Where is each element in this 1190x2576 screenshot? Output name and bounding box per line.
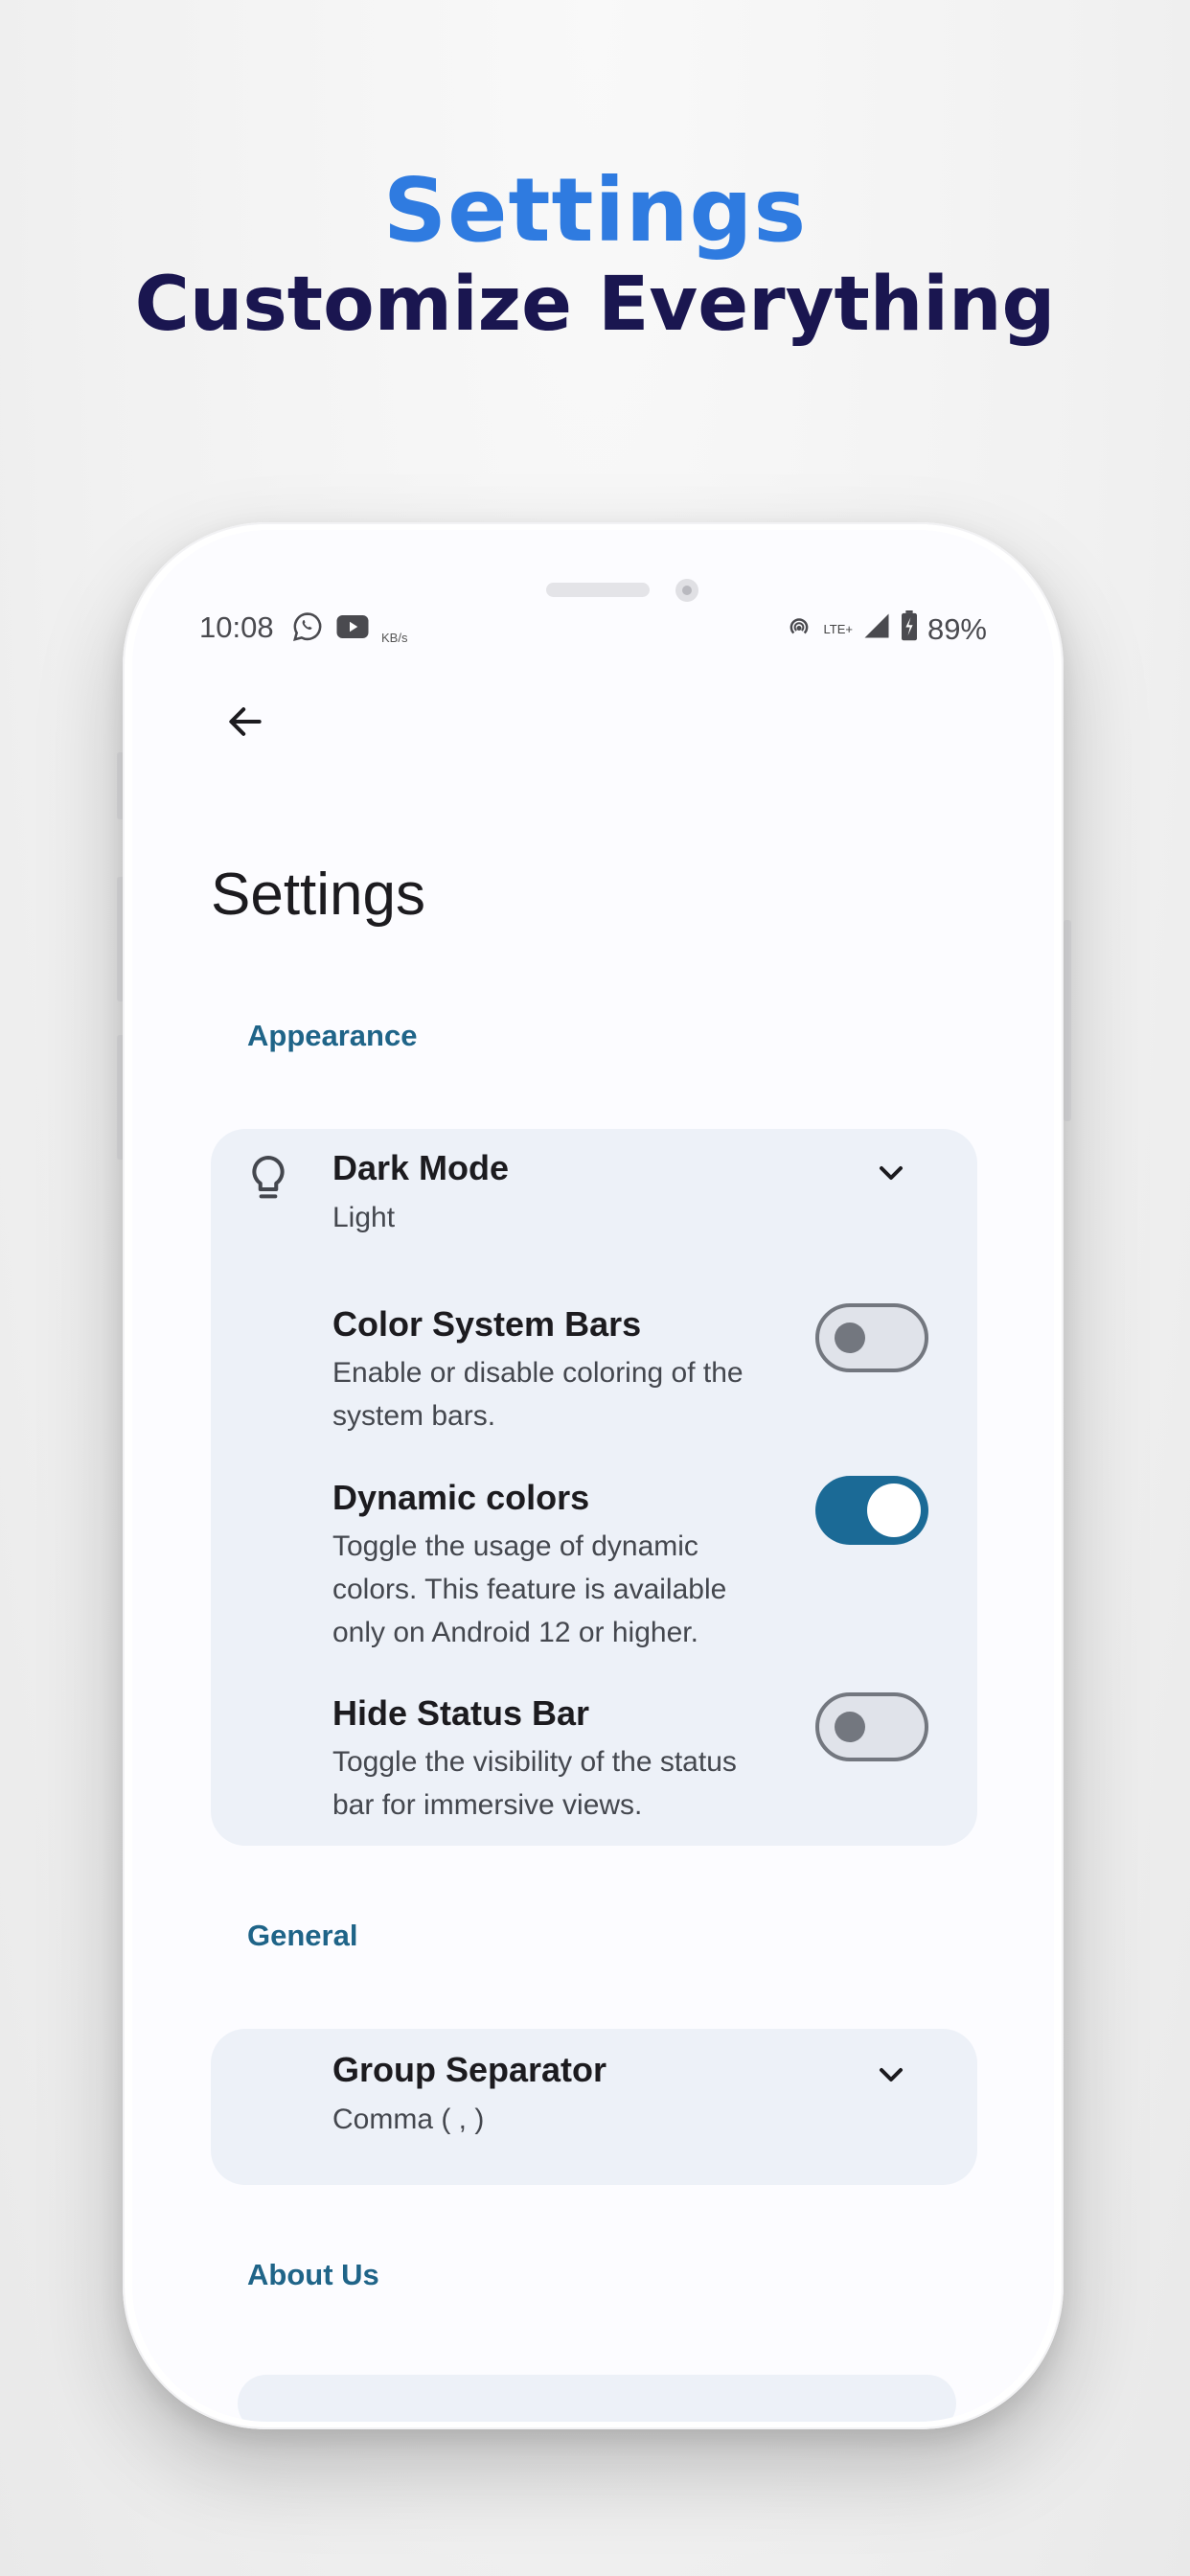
toggle-knob (835, 1322, 865, 1353)
appearance-card: Dark Mode Light Color System Bars Enable… (211, 1129, 977, 1846)
hotspot-icon (785, 611, 813, 648)
phone-screen: 10:08 KB/s LTE+ 89% Settings Appearance … (132, 530, 1054, 2422)
phone-power-button (1064, 920, 1071, 1121)
promo-subtitle: Customize Everything (134, 262, 1056, 348)
section-label-general: General (247, 1919, 358, 1952)
status-right-icons: LTE+ 89% (785, 610, 987, 649)
status-left-icons: KB/s (291, 610, 407, 648)
dark-mode-title: Dark Mode (332, 1148, 510, 1187)
network-type: LTE+ (823, 622, 853, 636)
dynamic-colors-toggle[interactable] (815, 1476, 928, 1545)
hide-status-bar-description: Toggle the visibility of the status bar … (332, 1746, 737, 1821)
dynamic-colors-description: Toggle the usage of dynamic colors. This… (332, 1530, 727, 1648)
dynamic-colors-title: Dynamic colors (332, 1478, 590, 1517)
toggle-knob (867, 1484, 921, 1537)
phone-speaker (546, 583, 650, 597)
color-system-bars-title: Color System Bars (332, 1304, 642, 1344)
group-separator-title: Group Separator (332, 2050, 607, 2089)
group-separator-setting[interactable]: Group Separator Comma ( , ) (211, 2029, 977, 2185)
arrow-left-icon (229, 707, 262, 736)
dark-mode-setting[interactable]: Dark Mode Light (211, 1129, 977, 1263)
whatsapp-icon (291, 610, 324, 648)
chevron-down-icon (872, 1154, 910, 1197)
promo-title: Settings (382, 159, 808, 262)
status-time: 10:08 (199, 610, 274, 644)
battery-icon (901, 610, 918, 649)
network-speed-unit: KB/s (381, 631, 408, 645)
section-label-about: About Us (247, 2258, 379, 2291)
toggle-knob (835, 1712, 865, 1742)
color-system-bars-description: Enable or disable coloring of the system… (332, 1357, 744, 1432)
group-separator-value: Comma ( , ) (332, 2104, 485, 2135)
youtube-icon (335, 612, 370, 646)
color-system-bars-toggle[interactable] (815, 1303, 928, 1372)
page-title: Settings (211, 862, 426, 928)
battery-percent: 89% (927, 612, 987, 646)
lightbulb-icon (247, 1154, 289, 1208)
back-button[interactable] (217, 693, 274, 750)
phone-frame: 10:08 KB/s LTE+ 89% Settings Appearance … (123, 522, 1064, 2429)
section-label-appearance: Appearance (247, 1019, 418, 1052)
status-bar: 10:08 KB/s LTE+ 89% (132, 605, 1054, 653)
promo-headline: Settings Customize Everything (0, 158, 1190, 350)
dark-mode-value: Light (332, 1202, 396, 1233)
about-card-partial (238, 2375, 956, 2422)
hide-status-bar-toggle[interactable] (815, 1692, 928, 1761)
chevron-down-icon (872, 2056, 910, 2099)
signal-icon (862, 611, 891, 648)
hide-status-bar-title: Hide Status Bar (332, 1693, 590, 1733)
front-camera (675, 579, 698, 602)
